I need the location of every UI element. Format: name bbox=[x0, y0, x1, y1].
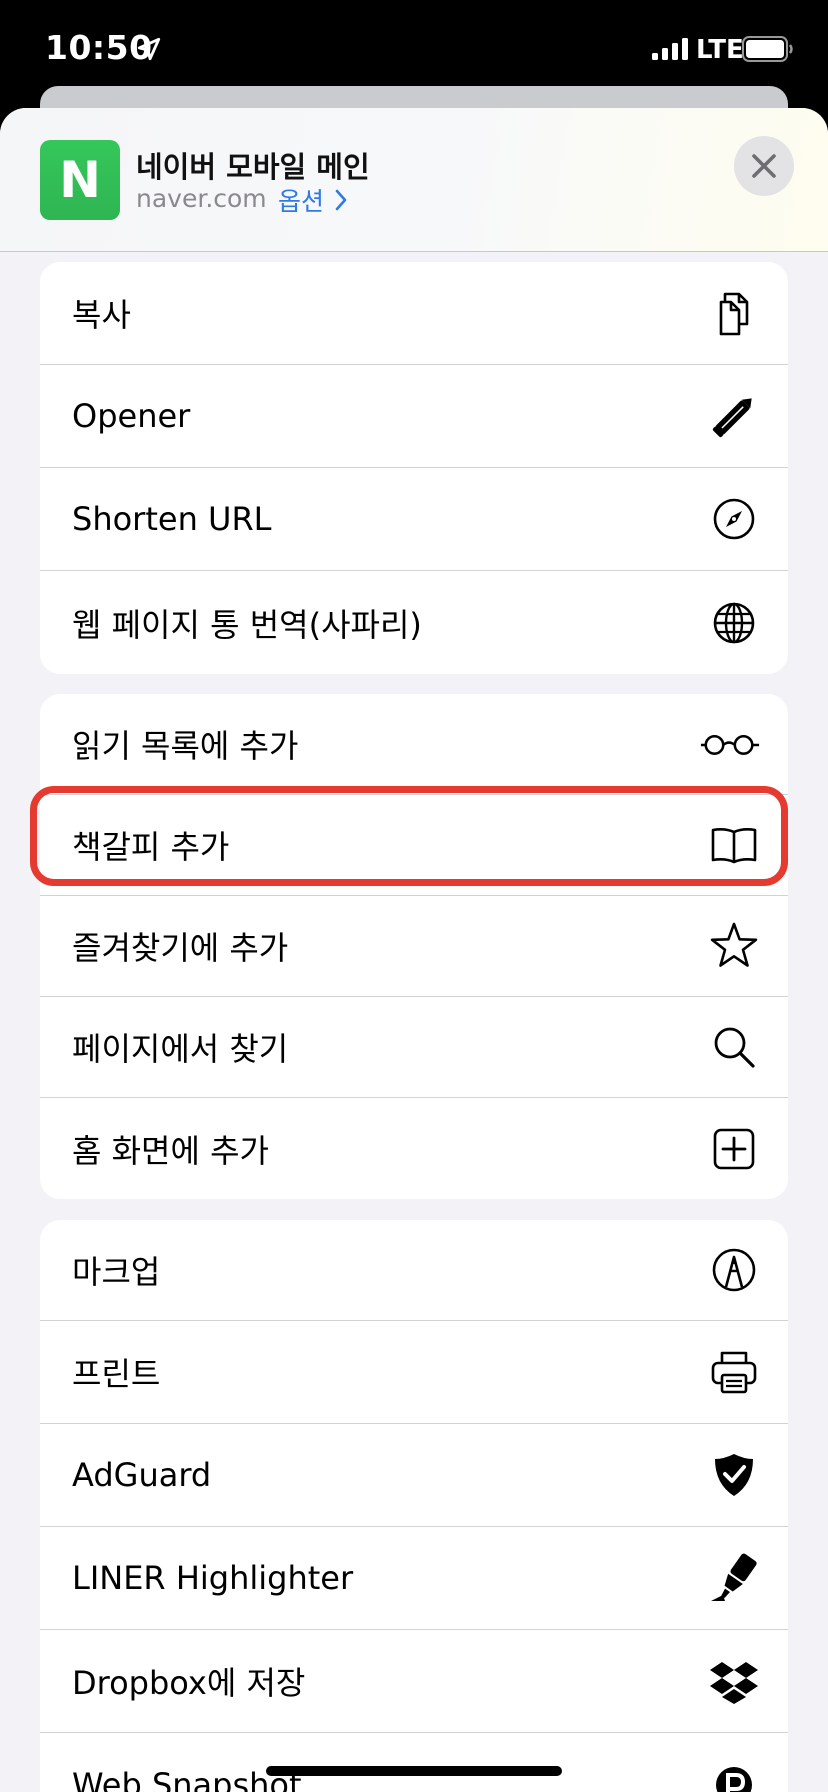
action-add-home-screen[interactable]: 홈 화면에 추가 bbox=[40, 1098, 788, 1199]
options-label: 옵션 bbox=[278, 187, 325, 216]
close-button[interactable] bbox=[734, 136, 794, 196]
action-label: 복사 bbox=[72, 296, 131, 334]
location-arrow-icon bbox=[137, 37, 161, 61]
printer-icon bbox=[706, 1344, 762, 1400]
action-opener[interactable]: Opener bbox=[40, 365, 788, 468]
search-icon bbox=[706, 1019, 762, 1075]
action-label: 읽기 목록에 추가 bbox=[72, 727, 299, 765]
action-label: LINER Highlighter bbox=[72, 1559, 354, 1597]
home-indicator bbox=[266, 1766, 562, 1776]
status-bar: 10:50 LTE bbox=[0, 0, 828, 100]
action-save-dropbox[interactable]: Dropbox에 저장 bbox=[40, 1630, 788, 1733]
action-translate-page[interactable]: 웹 페이지 통 번역(사파리) bbox=[40, 571, 788, 674]
action-liner-highlighter[interactable]: LINER Highlighter bbox=[40, 1527, 788, 1630]
action-label: 마크업 bbox=[72, 1253, 161, 1291]
action-add-bookmark[interactable]: 책갈피 추가 bbox=[40, 795, 788, 896]
copy-icon bbox=[706, 285, 762, 341]
action-label: 웹 페이지 통 번역(사파리) bbox=[72, 605, 422, 644]
action-find-on-page[interactable]: 페이지에서 찾기 bbox=[40, 997, 788, 1098]
signal-icon bbox=[652, 38, 688, 60]
action-label: 책갈피 추가 bbox=[72, 828, 230, 866]
battery-icon bbox=[742, 36, 793, 62]
compass-icon bbox=[706, 491, 762, 547]
action-label: 즐겨찾기에 추가 bbox=[72, 929, 289, 967]
share-sheet-header: N 네이버 모바일 메인 naver.com 옵션 bbox=[0, 108, 828, 252]
shield-check-icon bbox=[706, 1447, 762, 1503]
action-label: Shorten URL bbox=[72, 500, 272, 538]
dropbox-icon bbox=[706, 1653, 762, 1709]
book-icon bbox=[706, 817, 762, 873]
action-adguard[interactable]: AdGuard bbox=[40, 1424, 788, 1527]
markup-icon bbox=[706, 1242, 762, 1298]
site-logo: N bbox=[40, 140, 120, 220]
share-sheet: N 네이버 모바일 메인 naver.com 옵션 복사 Opener Shor… bbox=[0, 108, 828, 1792]
action-label: AdGuard bbox=[72, 1456, 212, 1494]
chevron-right-icon bbox=[335, 189, 347, 211]
plus-square-icon bbox=[706, 1121, 762, 1177]
action-label: Opener bbox=[72, 397, 191, 435]
close-icon bbox=[752, 154, 776, 178]
action-markup[interactable]: 마크업 bbox=[40, 1220, 788, 1321]
pencil-icon bbox=[706, 388, 762, 444]
globe-icon bbox=[706, 595, 762, 651]
action-add-favorites[interactable]: 즐겨찾기에 추가 bbox=[40, 896, 788, 997]
action-web-snapshot[interactable]: Web Snapshot bbox=[40, 1733, 788, 1792]
action-copy[interactable]: 복사 bbox=[40, 262, 788, 365]
site-title: 네이버 모바일 메인 bbox=[136, 150, 370, 184]
action-label: 페이지에서 찾기 bbox=[72, 1030, 289, 1068]
action-group-2: 읽기 목록에 추가 책갈피 추가 즐겨찾기에 추가 페이지에서 찾기 홈 화면에… bbox=[40, 694, 788, 1199]
action-label: 프린트 bbox=[72, 1355, 161, 1393]
site-domain: naver.com bbox=[136, 184, 267, 213]
action-group-3: 마크업 프린트 AdGuard LINER Highlighter Dropbo… bbox=[40, 1220, 788, 1792]
snapshot-icon bbox=[706, 1757, 762, 1792]
network-type: LTE bbox=[696, 35, 744, 65]
action-group-1: 복사 Opener Shorten URL 웹 페이지 통 번역(사파리) bbox=[40, 262, 788, 674]
action-print[interactable]: 프린트 bbox=[40, 1321, 788, 1424]
star-icon bbox=[706, 918, 762, 974]
action-label: 홈 화면에 추가 bbox=[72, 1131, 269, 1170]
action-label: Dropbox에 저장 bbox=[72, 1664, 306, 1702]
action-shorten-url[interactable]: Shorten URL bbox=[40, 468, 788, 571]
glasses-icon bbox=[698, 716, 762, 772]
highlighter-icon bbox=[706, 1550, 762, 1606]
options-link[interactable]: 옵션 bbox=[278, 182, 348, 218]
site-logo-letter: N bbox=[59, 151, 101, 209]
action-add-reading-list[interactable]: 읽기 목록에 추가 bbox=[40, 694, 788, 795]
